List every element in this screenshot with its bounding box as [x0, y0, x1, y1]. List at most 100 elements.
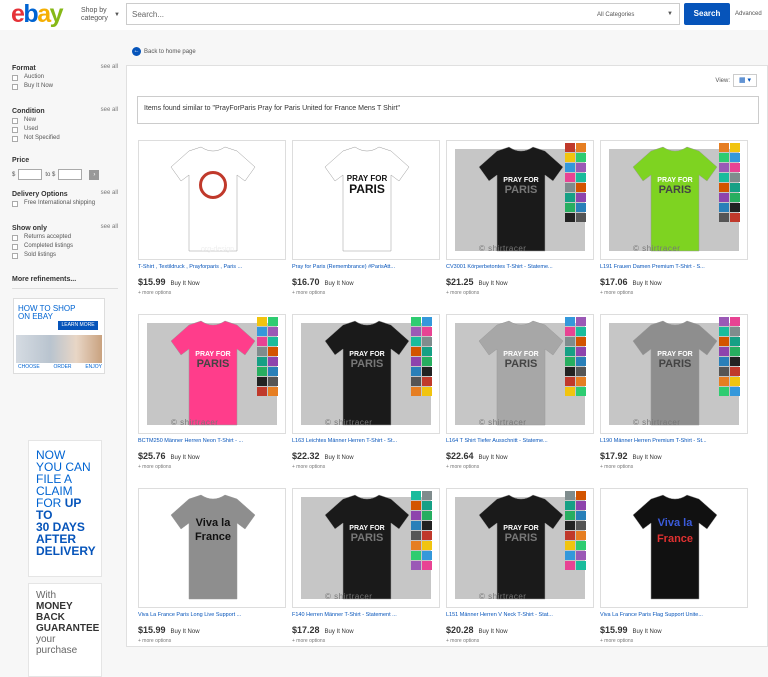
max-price-input[interactable]	[58, 169, 83, 180]
filter-option[interactable]: Free International shipping	[12, 199, 118, 208]
delivery-see-all[interactable]: see all	[101, 190, 118, 196]
color-swatch	[422, 337, 432, 346]
more-options-link[interactable]: + more options	[600, 638, 748, 644]
product-image[interactable]: PRAY FOR PARIS © shirtracer	[446, 314, 594, 434]
product-card[interactable]: PRAY FOR PARIS Pray for Paris (Remembrance…	[292, 140, 440, 296]
format-see-all[interactable]: see all	[101, 64, 118, 70]
more-refinements-link[interactable]: More refinements...	[12, 276, 76, 283]
product-image[interactable]: PRAY FOR PARIS © shirtracer	[600, 314, 748, 434]
product-image[interactable]: PRAY FOR PARIS © shirtracer	[292, 488, 440, 608]
more-options-link[interactable]: + more options	[138, 638, 286, 644]
product-title[interactable]: CV3001 Körperbetontes T-Shirt - Stateme.…	[446, 264, 594, 270]
product-card[interactable]: PRAY FOR PARIS © shirtracer L190 Männer Her…	[600, 314, 748, 470]
product-card[interactable]: org-design T-Shirt , Textildruck , Prayfo…	[138, 140, 286, 296]
filter-option[interactable]: Completed listings	[12, 242, 118, 251]
more-options-link[interactable]: + more options	[292, 290, 440, 296]
more-options-link[interactable]: + more options	[600, 290, 748, 296]
checkbox[interactable]	[12, 117, 18, 124]
filter-option[interactable]: New	[12, 116, 118, 125]
product-card[interactable]: Viva la France Viva La France Paris Long L…	[138, 488, 286, 644]
search-button[interactable]: Search	[684, 3, 730, 25]
color-swatch	[565, 541, 575, 550]
product-price: $25.76	[138, 451, 166, 461]
money-back-guarantee-ad[interactable]: With MONEY BACK GUARANTEE your purchase	[28, 583, 102, 677]
product-card[interactable]: PRAY FOR PARIS © shirtracer CV3001 Körperbe…	[446, 140, 594, 296]
product-image[interactable]: org-design	[138, 140, 286, 260]
product-image[interactable]: PRAY FOR PARIS	[292, 140, 440, 260]
how-to-shop-ad[interactable]: HOW TO SHOP ON EBAY LEARN MORE CHOOSE ORD…	[13, 298, 105, 374]
checkbox[interactable]	[12, 243, 18, 250]
product-title[interactable]: F140 Herren Männer T-Shirt - Statement .…	[292, 612, 440, 618]
buy-it-now-label: Buy It Now	[632, 629, 662, 635]
product-title[interactable]: BCTM250 Männer Herren Neon T-Shirt - ...	[138, 438, 286, 444]
checkbox[interactable]	[12, 74, 18, 81]
product-image[interactable]: PRAY FOR PARIS © shirtracer	[600, 140, 748, 260]
filter-option[interactable]: Not Specified	[12, 134, 118, 143]
product-title[interactable]: Pray for Paris (Remembrance) #ParisAtt..…	[292, 264, 440, 270]
color-swatch	[257, 317, 267, 326]
product-title[interactable]: Viva La France Paris Long Live Support .…	[138, 612, 286, 618]
filter-option[interactable]: Returns accepted	[12, 233, 118, 242]
show-only-see-all[interactable]: see all	[101, 224, 118, 230]
product-card[interactable]: PRAY FOR PARIS © shirtracer L164 T Shirt Ti…	[446, 314, 594, 470]
condition-see-all[interactable]: see all	[101, 107, 118, 113]
color-swatch	[422, 511, 432, 520]
product-title[interactable]: L151 Männer Herren V Neck T-Shirt - Stat…	[446, 612, 594, 618]
more-options-link[interactable]: + more options	[138, 290, 286, 296]
view-switcher: View: ▦ ▾	[715, 74, 757, 87]
filter-option[interactable]: Auction	[12, 73, 118, 82]
product-card[interactable]: PRAY FOR PARIS © shirtracer L151 Männer Her…	[446, 488, 594, 644]
product-title[interactable]: L164 T Shirt Tiefer Ausschnitt - Stateme…	[446, 438, 594, 444]
advanced-search-link[interactable]: Advanced	[735, 11, 762, 17]
checkbox[interactable]	[12, 126, 18, 133]
more-options-link[interactable]: + more options	[446, 290, 594, 296]
shop-by-category[interactable]: Shop by category ▼	[81, 7, 120, 23]
filter-option[interactable]: Buy It Now	[12, 82, 118, 91]
min-price-input[interactable]	[18, 169, 43, 180]
more-options-link[interactable]: + more options	[446, 638, 594, 644]
search-input[interactable]: Search...	[126, 3, 588, 25]
ad-line: With	[36, 590, 56, 601]
product-card[interactable]: Viva la France Viva La France Paris Flag S…	[600, 488, 748, 644]
product-image[interactable]: Viva la France	[138, 488, 286, 608]
more-options-link[interactable]: + more options	[292, 464, 440, 470]
checkbox[interactable]	[12, 135, 18, 142]
more-options-link[interactable]: + more options	[600, 464, 748, 470]
back-to-home-link[interactable]: ← Back to home page	[132, 47, 196, 56]
ad-line-bold: MONEY	[36, 601, 73, 612]
ebay-logo[interactable]: ebay	[11, 2, 64, 27]
product-image[interactable]: PRAY FOR PARIS © shirtracer	[446, 488, 594, 608]
filter-option[interactable]: Sold listings	[12, 251, 118, 260]
product-title[interactable]: T-Shirt , Textildruck , Prayforparis , P…	[138, 264, 286, 270]
product-title[interactable]: Viva La France Paris Flag Support Unite.…	[600, 612, 748, 618]
product-title[interactable]: L191 Frauen Damen Premium T-Shirt - S...	[600, 264, 748, 270]
product-image[interactable]: Viva la France	[600, 488, 748, 608]
product-card[interactable]: PRAY FOR PARIS © shirtracer L163 Leichtes M…	[292, 314, 440, 470]
product-image[interactable]: PRAY FOR PARIS © shirtracer	[138, 314, 286, 434]
more-options-link[interactable]: + more options	[292, 638, 440, 644]
checkbox[interactable]	[12, 234, 18, 241]
watermark: © shirtracer	[479, 244, 527, 253]
color-swatches	[411, 491, 433, 570]
color-swatch	[565, 561, 575, 570]
product-card[interactable]: PRAY FOR PARIS © shirtracer BCTM250 Männer …	[138, 314, 286, 470]
price-go-button[interactable]: ›	[89, 169, 100, 180]
product-title[interactable]: L163 Leichtes Männer Herren T-Shirt - St…	[292, 438, 440, 444]
claim-ad[interactable]: NOW YOU CAN FILE A CLAIM FOR UP TO 30 DA…	[28, 440, 102, 577]
checkbox[interactable]	[12, 200, 18, 207]
category-select[interactable]: All Categories ▼	[587, 3, 680, 25]
print-text: PARIS	[504, 184, 538, 196]
color-swatch	[730, 387, 740, 396]
learn-more-button[interactable]: LEARN MORE	[58, 321, 98, 330]
checkbox[interactable]	[12, 252, 18, 259]
product-title[interactable]: L190 Männer Herren Premium T-Shirt - St.…	[600, 438, 748, 444]
product-card[interactable]: PRAY FOR PARIS © shirtracer F140 Herren Män…	[292, 488, 440, 644]
product-card[interactable]: PRAY FOR PARIS © shirtracer L191 Frauen Dam…	[600, 140, 748, 296]
grid-view-button[interactable]: ▦ ▾	[733, 74, 757, 87]
more-options-link[interactable]: + more options	[138, 464, 286, 470]
filter-option[interactable]: Used	[12, 125, 118, 134]
product-image[interactable]: PRAY FOR PARIS © shirtracer	[446, 140, 594, 260]
more-options-link[interactable]: + more options	[446, 464, 594, 470]
checkbox[interactable]	[12, 83, 18, 90]
product-image[interactable]: PRAY FOR PARIS © shirtracer	[292, 314, 440, 434]
